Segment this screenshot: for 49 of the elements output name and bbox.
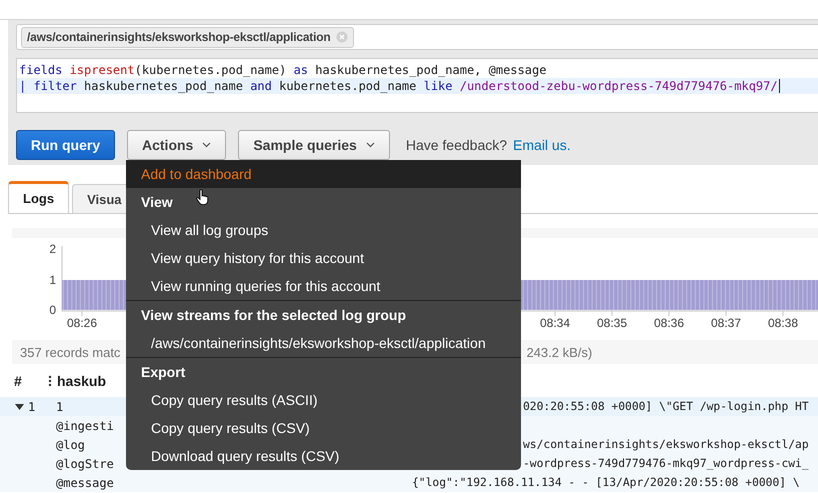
menu-item[interactable]: View all log groups	[126, 216, 521, 244]
field-name: @log	[56, 438, 85, 452]
menu-item[interactable]: /aws/containerinsights/eksworkshop-eksctl/application	[126, 329, 521, 357]
field-value: {"log":"192.168.11.134 - - [13/Apr/2020:20:55:08 +0000] \	[412, 476, 800, 489]
sample-queries-button[interactable]: Sample queries	[238, 130, 390, 160]
field-name: 1	[56, 400, 64, 414]
caret-icon	[366, 142, 375, 148]
records-count-text: 357 records matc	[19, 344, 120, 360]
query-editor[interactable]: fields ispresent(kubernetes.pod_name) as haskubernetes_pod_name, @message | filter haskubernetes_pod_name and kubernetes.pod_name like /understood-zebu-wordpress-749d779476-mkq97/	[16, 58, 818, 113]
field-name: @logStre	[56, 456, 114, 470]
hand-pointer-icon	[196, 189, 209, 205]
y-tick-label: 0	[49, 303, 56, 317]
tab[interactable]: Logs	[8, 181, 70, 213]
column-header: haskub	[57, 373, 106, 389]
log-group-chip: /aws/containerinsights/eksworkshop-eksctl/application	[21, 26, 354, 48]
x-tick-label: 08:26	[66, 316, 98, 330]
menu-item[interactable]: Copy query results (CSV)	[126, 414, 521, 442]
menu-item[interactable]: Add to dashboard	[126, 160, 521, 188]
menu-item[interactable]: Download query results (CSV)	[126, 442, 521, 470]
code-line: fields ispresent(kubernetes.pod_name) as haskubernetes_pod_name, @message	[18, 62, 548, 78]
field-name: @ingesti	[56, 418, 114, 432]
row-number: 1	[28, 400, 36, 414]
y-tick-label: 2	[49, 242, 56, 256]
x-tick-label: 08:36	[654, 316, 684, 330]
y-tick-label: 1	[49, 273, 56, 287]
caret-icon	[202, 142, 212, 148]
field-value: -wordpress-749d779476-mkq97_wordpress-cwi_	[523, 457, 809, 470]
rate-text: 243.2 kB/s)	[526, 344, 592, 360]
feedback-text: Have feedback?	[406, 137, 508, 153]
field-value: ws/containerinsights/eksworkshop-eksctl/ap	[523, 438, 809, 451]
menu-section-header: View streams for the selected log group	[141, 306, 406, 325]
email-link[interactable]: Email us.	[513, 137, 571, 153]
x-tick-label: 08:35	[596, 316, 628, 330]
actions-button[interactable]: Actions	[127, 130, 226, 160]
x-tick-label: 08:37	[710, 316, 742, 330]
menu-item[interactable]: Copy query results (ASCII)	[126, 386, 521, 414]
column-header: #	[14, 373, 22, 389]
menu-section-header: Export	[141, 363, 186, 382]
field-name: @message	[56, 476, 114, 490]
field-value: 020:20:55:08 +0000] \"GET /wp-login.php HT	[523, 400, 809, 413]
menu-item[interactable]: View query history for this account	[126, 244, 521, 272]
menu-section-header: View	[141, 193, 173, 212]
menu-item[interactable]: View running queries for this account	[126, 272, 521, 300]
expand-caret-icon[interactable]	[15, 404, 24, 410]
x-tick-label: 08:38	[768, 316, 798, 330]
drag-handle-icon	[48, 375, 52, 387]
log-group-field[interactable]: /aws/containerinsights/eksworkshop-eksctl/application	[16, 24, 818, 50]
x-tick-label: 08:34	[540, 316, 570, 330]
run-query-button[interactable]: Run query	[16, 130, 115, 160]
